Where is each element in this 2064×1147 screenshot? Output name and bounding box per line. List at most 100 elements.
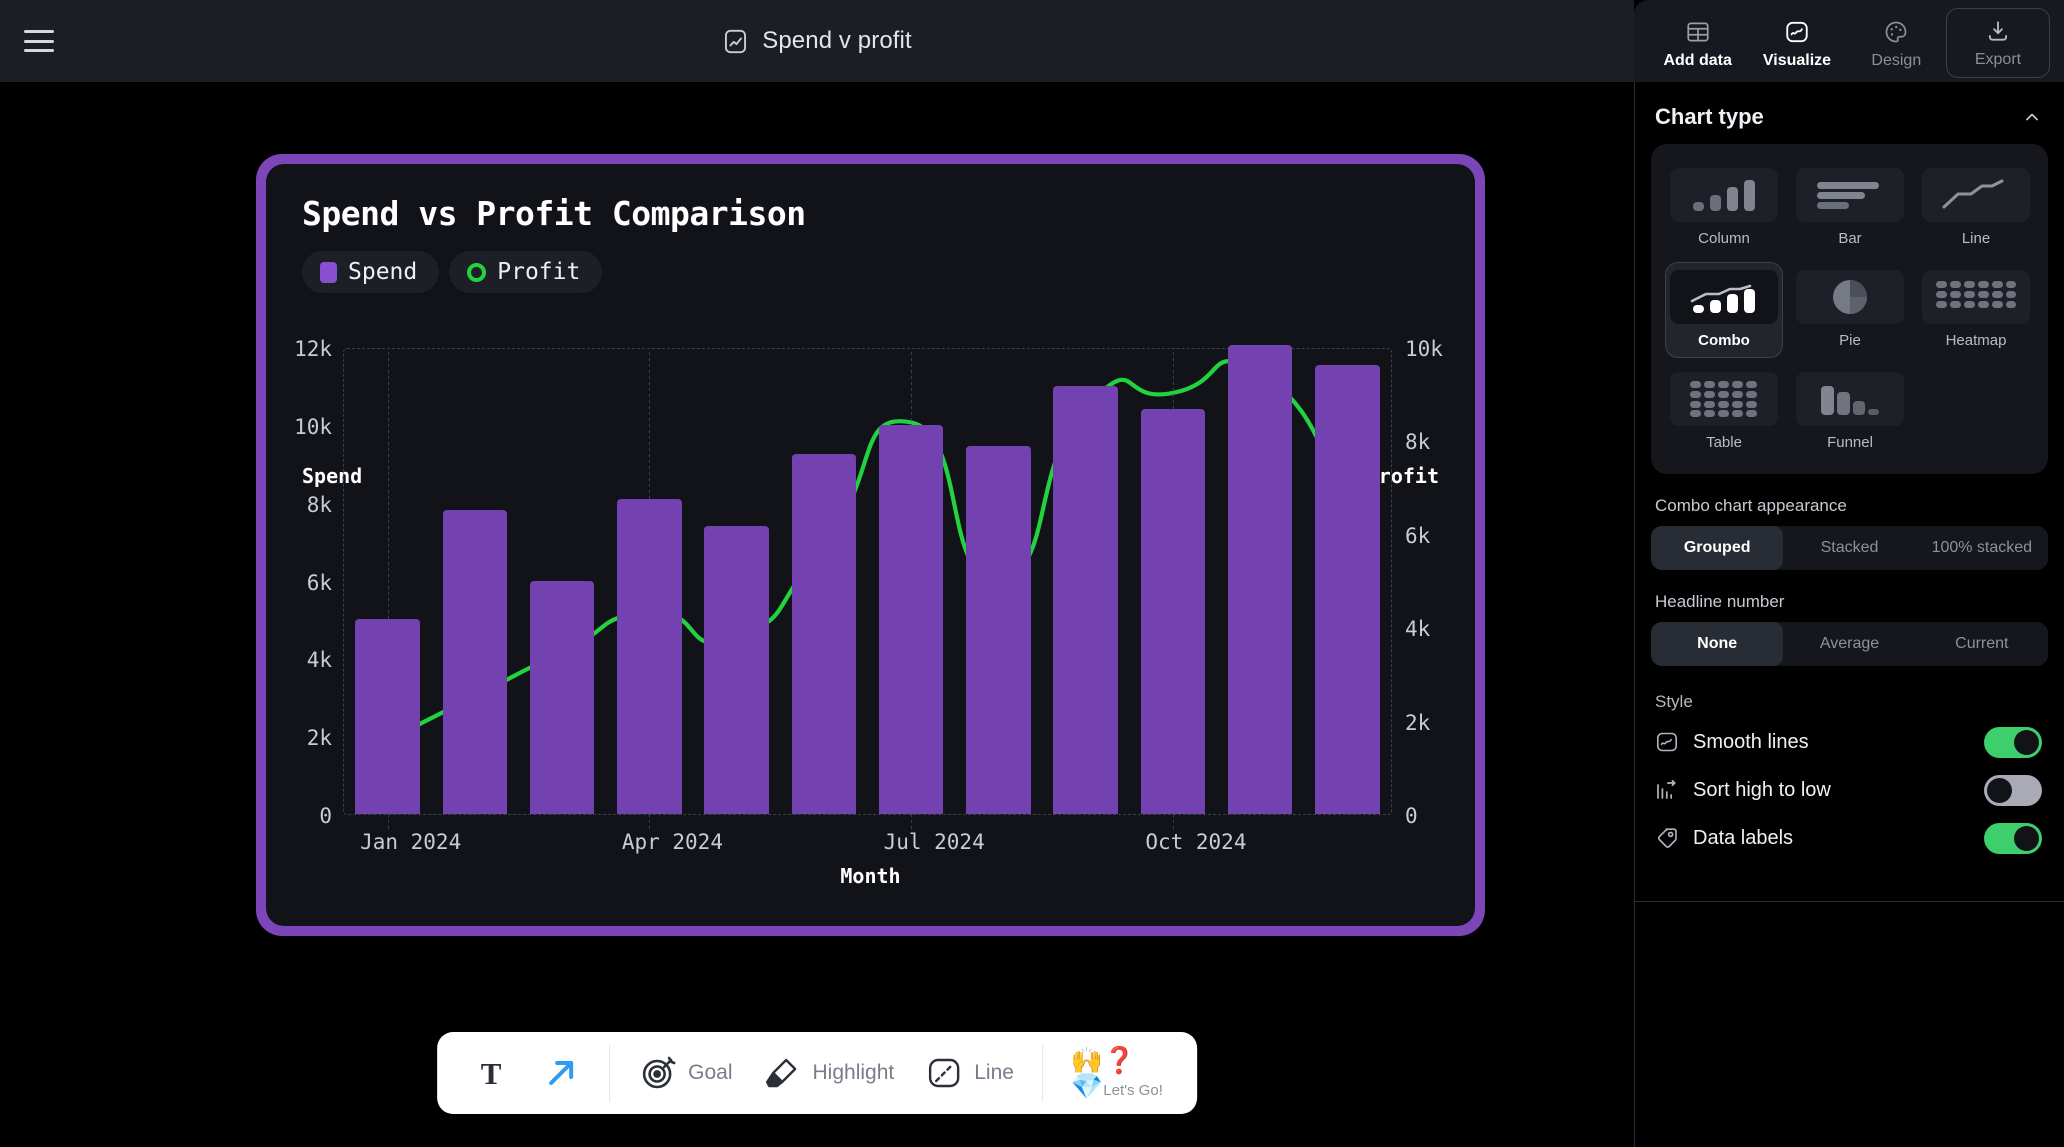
bar[interactable] xyxy=(878,424,944,814)
bar[interactable] xyxy=(529,580,595,814)
chevron-up-icon[interactable] xyxy=(2022,107,2042,127)
highlight-tool-button[interactable]: Highlight xyxy=(751,1045,907,1101)
toggle-smooth-lines[interactable] xyxy=(1984,726,2042,758)
table-grid-icon xyxy=(1670,372,1778,426)
style-label-smooth-lines: Smooth lines xyxy=(1693,730,1809,753)
sticker-button[interactable]: 🙌❓ 💎Let's Go! xyxy=(1059,1039,1175,1107)
top-right-rail: Add data Visualize Design Export xyxy=(1634,0,2064,82)
bar[interactable] xyxy=(966,446,1031,814)
line-chart-icon xyxy=(1922,168,2030,222)
bar[interactable] xyxy=(704,526,769,814)
table-icon xyxy=(1687,21,1709,42)
toolbar-group-stickers: 🙌❓ 💎Let's Go! xyxy=(1043,1032,1191,1114)
chart-type-heatmap[interactable]: Heatmap xyxy=(1917,262,2035,358)
combo-appearance-label: Combo chart appearance xyxy=(1655,496,1847,515)
line-tool-button[interactable]: Line xyxy=(912,1045,1026,1101)
y-tick-right: 8k xyxy=(1405,430,1431,455)
chart-type-bar[interactable]: Bar xyxy=(1791,160,1909,256)
style-row-smooth-lines[interactable]: Smooth lines xyxy=(1635,718,2064,766)
appearance-option-stacked[interactable]: Stacked xyxy=(1783,526,1915,570)
chart-type-line[interactable]: Line xyxy=(1917,160,2035,256)
toggle-data-labels[interactable] xyxy=(1984,822,2042,854)
tab-design[interactable]: Design xyxy=(1847,8,1946,80)
text-tool-button[interactable]: T xyxy=(459,1045,523,1101)
sort-bars-icon xyxy=(1657,779,1676,799)
chart-legend: Spend Profit xyxy=(302,251,1439,293)
appearance-option-100-stacked[interactable]: 100% stacked xyxy=(1916,526,2048,570)
document-title-text: Spend v profit xyxy=(762,27,912,54)
chart-type-table-label: Table xyxy=(1706,434,1742,451)
x-tick-label: Jan 2024 xyxy=(360,830,462,854)
chart-type-pie[interactable]: Pie xyxy=(1791,262,1909,358)
x-tick-label: Jul 2024 xyxy=(883,830,985,854)
bar-chart-icon xyxy=(1796,168,1904,222)
plot-area: 0 2k 4k 6k 8k 10k 12k 0 2k 4k 6k 8k 10k Jan 2024 Apr 2… xyxy=(294,337,1443,854)
appearance-option-grouped[interactable]: Grouped xyxy=(1651,526,1784,570)
bar[interactable] xyxy=(617,498,682,814)
chart-type-pie-label: Pie xyxy=(1839,332,1861,349)
y-tick-right: 2k xyxy=(1405,710,1431,735)
arrow-tool-button[interactable] xyxy=(529,1045,593,1101)
chart-inner: Spend vs Profit Comparison Spend Profit … xyxy=(266,164,1475,926)
legend-chip-profit[interactable]: Profit xyxy=(449,251,603,293)
tab-add-data[interactable]: Add data xyxy=(1648,8,1747,80)
y-tick-right: 6k xyxy=(1405,523,1431,548)
combo-appearance-segmented: Grouped Stacked 100% stacked xyxy=(1651,526,2048,570)
legend-label-profit: Profit xyxy=(497,259,581,285)
panel-divider xyxy=(1635,901,2064,902)
chart-type-header: Chart type xyxy=(1635,82,2064,144)
bar[interactable] xyxy=(1227,345,1293,814)
chart-card[interactable]: Spend vs Profit Comparison Spend Profit … xyxy=(256,154,1485,936)
bar[interactable] xyxy=(1053,385,1118,814)
y-tick-right: 4k xyxy=(1405,617,1431,642)
legend-swatch-spend xyxy=(320,261,337,283)
y-tick-left: 12k xyxy=(294,337,332,361)
style-label-sort-high-to-low: Sort high to low xyxy=(1693,778,1831,801)
headline-option-current[interactable]: Current xyxy=(1916,622,2048,666)
style-row-data-labels[interactable]: Data labels xyxy=(1635,814,2064,862)
goal-tool-label: Goal xyxy=(688,1061,733,1084)
headline-option-none[interactable]: None xyxy=(1651,622,1784,666)
chart-type-table[interactable]: Table xyxy=(1665,364,1783,460)
text-tool-icon: T xyxy=(481,1056,502,1091)
chart-type-heatmap-label: Heatmap xyxy=(1945,332,2007,349)
style-section-label: Style xyxy=(1655,692,1693,711)
chart-type-column[interactable]: Column xyxy=(1665,160,1783,256)
smooth-line-icon xyxy=(1656,732,1677,752)
y-tick-left: 2k xyxy=(306,726,332,751)
bar[interactable] xyxy=(442,510,508,814)
arrow-tool-icon xyxy=(549,1061,574,1085)
legend-chip-spend[interactable]: Spend xyxy=(302,251,440,293)
plot-wrapper: 0 2k 4k 6k 8k 10k 12k 0 2k 4k 6k 8k 10k Jan 2024 Apr 2… xyxy=(266,337,1475,926)
chart-type-column-label: Column xyxy=(1698,230,1750,247)
tab-export[interactable]: Export xyxy=(1945,8,2050,78)
toolbar-group-primary: T xyxy=(443,1032,609,1114)
line-chart-icon xyxy=(1786,21,1808,42)
chart-type-combo[interactable]: Combo xyxy=(1665,262,1783,358)
line-tool-label: Line xyxy=(974,1061,1014,1084)
svg-text:T: T xyxy=(481,1056,502,1091)
bar[interactable] xyxy=(1140,409,1206,814)
chart-type-funnel[interactable]: Funnel xyxy=(1791,364,1909,460)
bar[interactable] xyxy=(1315,364,1380,814)
chart-type-combo-label: Combo xyxy=(1698,332,1750,349)
chart-type-bar-label: Bar xyxy=(1838,230,1862,247)
hamburger-icon[interactable] xyxy=(24,30,54,52)
headline-option-average[interactable]: Average xyxy=(1783,622,1915,666)
highlighter-icon xyxy=(766,1058,797,1088)
chart-type-title: Chart type xyxy=(1655,104,1764,129)
top-bar: Spend v profit xyxy=(0,0,1634,82)
toggle-sort-high-to-low[interactable] xyxy=(1984,774,2042,806)
document-title: Spend v profit xyxy=(0,27,1634,55)
download-icon xyxy=(1988,20,2008,41)
bar[interactable] xyxy=(355,619,420,814)
sticker-lets-go-icon: 🙌❓ 💎Let's Go! xyxy=(1070,1045,1163,1101)
tab-add-data-label: Add data xyxy=(1663,51,1732,69)
tab-visualize[interactable]: Visualize xyxy=(1747,8,1846,80)
goal-tool-button[interactable]: Goal xyxy=(626,1045,744,1101)
y-tick-left: 6k xyxy=(306,570,332,595)
highlight-tool-label: Highlight xyxy=(812,1061,895,1084)
style-row-sort-high-to-low[interactable]: Sort high to low xyxy=(1635,766,2064,814)
line-tool-icon xyxy=(929,1058,960,1088)
bar[interactable] xyxy=(791,454,857,814)
